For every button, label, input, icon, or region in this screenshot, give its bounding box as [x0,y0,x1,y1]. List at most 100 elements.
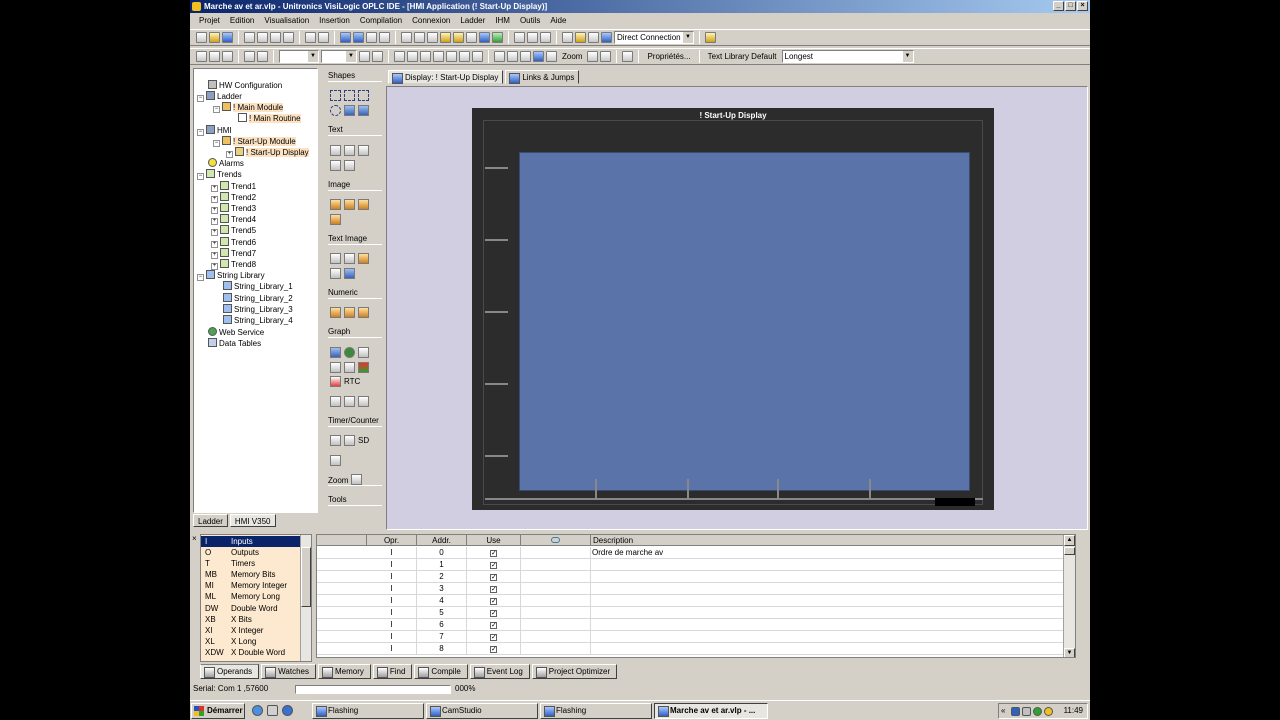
taskbar-item[interactable]: Flashing [540,703,652,719]
tree-item-trend[interactable]: + Trend2 [211,192,256,203]
web-icon[interactable] [492,32,503,43]
operand-row[interactable]: XL X Long [201,636,301,647]
menu-edition[interactable]: Edition [225,14,259,28]
rtc-tool[interactable]: RTC [344,377,360,386]
menu-projet[interactable]: Projet [194,14,225,28]
space-icon[interactable] [472,51,483,62]
chevron-down-icon[interactable]: ▼ [902,51,913,62]
network-icon[interactable] [1011,707,1020,716]
bold-icon[interactable] [359,51,370,62]
tree-item-trend[interactable]: + Trend6 [211,237,256,248]
tree-item-data-tables[interactable]: Data Tables [208,338,261,349]
operand-row[interactable]: XB X Bits [201,614,301,625]
collapse-icon[interactable]: − [197,129,204,136]
expand-icon[interactable]: + [211,207,218,214]
image-tool-icon[interactable] [330,199,341,210]
taskbar-item[interactable]: Flashing [312,703,424,719]
description-input[interactable] [591,619,1065,631]
update-icon[interactable] [1044,707,1053,716]
tree-item-main-routine[interactable]: ! Main Routine [238,113,301,124]
image-bit-tool-icon[interactable] [330,214,341,225]
text-library-select[interactable]: Longest ▼ [781,50,914,63]
find-icon[interactable] [514,32,525,43]
operand-row[interactable]: O Outputs [201,547,301,558]
collapse-icon[interactable]: − [197,274,204,281]
paste-icon[interactable] [270,32,281,43]
number-text-tool-icon[interactable] [344,160,355,171]
table-row[interactable]: I 1 ✓ [317,559,1075,571]
spell-icon[interactable] [533,51,544,62]
tab-operands[interactable]: Operands [200,664,260,679]
memory-icon[interactable] [414,32,425,43]
numeric-tool-icon[interactable] [330,307,341,318]
size-select[interactable]: ▼ [321,50,357,63]
text-image-list-tool-icon[interactable] [344,253,355,264]
table-row[interactable]: I 6 ✓ [317,619,1075,631]
check-icon[interactable] [494,51,505,62]
trend-graph-tool-icon[interactable] [330,362,341,373]
cut-icon[interactable] [244,32,255,43]
tab-find[interactable]: Find [372,664,413,679]
expand-icon[interactable]: + [226,151,233,158]
tree-item-alarms[interactable]: Alarms [208,158,244,169]
use-checkbox[interactable]: ✓ [467,559,521,571]
text-box-tool-icon[interactable] [344,145,355,156]
zoom-icon[interactable] [587,51,599,62]
tree-item-trend[interactable]: + Trend3 [211,203,256,214]
expand-icon[interactable]: + [211,185,218,192]
clock-icon[interactable] [562,32,573,43]
desktop-icon[interactable] [267,705,278,716]
scrollbar-thumb[interactable] [301,547,311,607]
text-edit-tool-icon[interactable] [358,145,369,156]
tree-item-string[interactable]: String_Library_3 [223,304,293,315]
ellipse-tool-icon[interactable] [330,105,341,116]
menu-visualisation[interactable]: Visualisation [259,14,314,28]
align-right-icon[interactable] [222,51,233,62]
expand-icon[interactable]: + [211,229,218,236]
new-icon[interactable] [196,32,207,43]
tree-item-hw-config[interactable]: HW Configuration [208,80,282,91]
tab-watches[interactable]: Watches [261,664,316,679]
delete-icon[interactable] [305,32,316,43]
resize-icon[interactable] [459,51,470,62]
tree-item-string[interactable]: String_Library_4 [223,315,293,326]
operand-row[interactable]: DW Double Word [201,603,301,614]
use-checkbox[interactable]: ✓ [467,619,521,631]
copy-icon[interactable] [257,32,268,43]
table-row[interactable]: I 8 ✓ [317,643,1075,655]
image-var-tool-icon[interactable] [358,199,369,210]
meter-tool-icon[interactable] [358,347,369,358]
menu-insertion[interactable]: Insertion [314,14,355,28]
tab-memory[interactable]: Memory [317,664,371,679]
italic-icon[interactable] [372,51,383,62]
expand-icon[interactable]: + [211,218,218,225]
tab-hmi[interactable]: HMI V350 [229,514,276,527]
table-row[interactable]: I 4 ✓ [317,595,1075,607]
fill-frame-tool-icon[interactable] [358,105,369,116]
operand-row[interactable]: MB Memory Bits [201,569,301,580]
frame-icon[interactable] [546,51,557,62]
xy-graph-tool-icon[interactable] [344,362,355,373]
description-input[interactable] [591,631,1065,643]
expand-icon[interactable]: + [211,196,218,203]
operand-row[interactable]: XDW X Double Word [201,647,301,658]
layer-icon[interactable] [394,51,405,62]
align-center-icon[interactable] [209,51,220,62]
tree-item-trend[interactable]: + Trend5 [211,225,256,236]
tree-item-trend[interactable]: + Trend7 [211,248,256,259]
menu-outils[interactable]: Outils [515,14,545,28]
plc-icon[interactable] [588,32,599,43]
tab-compile[interactable]: Compile [414,664,468,679]
use-checkbox[interactable]: ✓ [467,595,521,607]
tree-item-startup-display[interactable]: +! Start-Up Display [226,147,309,158]
tree-item-string[interactable]: String_Library_2 [223,293,293,304]
settings-icon[interactable] [705,32,716,43]
collapse-icon[interactable]: − [197,95,204,102]
bar-graph-tool-icon[interactable] [330,347,341,358]
close-panel-icon[interactable]: × [192,535,199,543]
align-left-icon[interactable] [196,51,207,62]
operand-scrollbar[interactable] [300,535,311,661]
tree-item-string-library[interactable]: − String Library [197,270,265,281]
select-tool-icon[interactable] [330,455,341,466]
frame-tool-icon[interactable] [358,90,369,101]
